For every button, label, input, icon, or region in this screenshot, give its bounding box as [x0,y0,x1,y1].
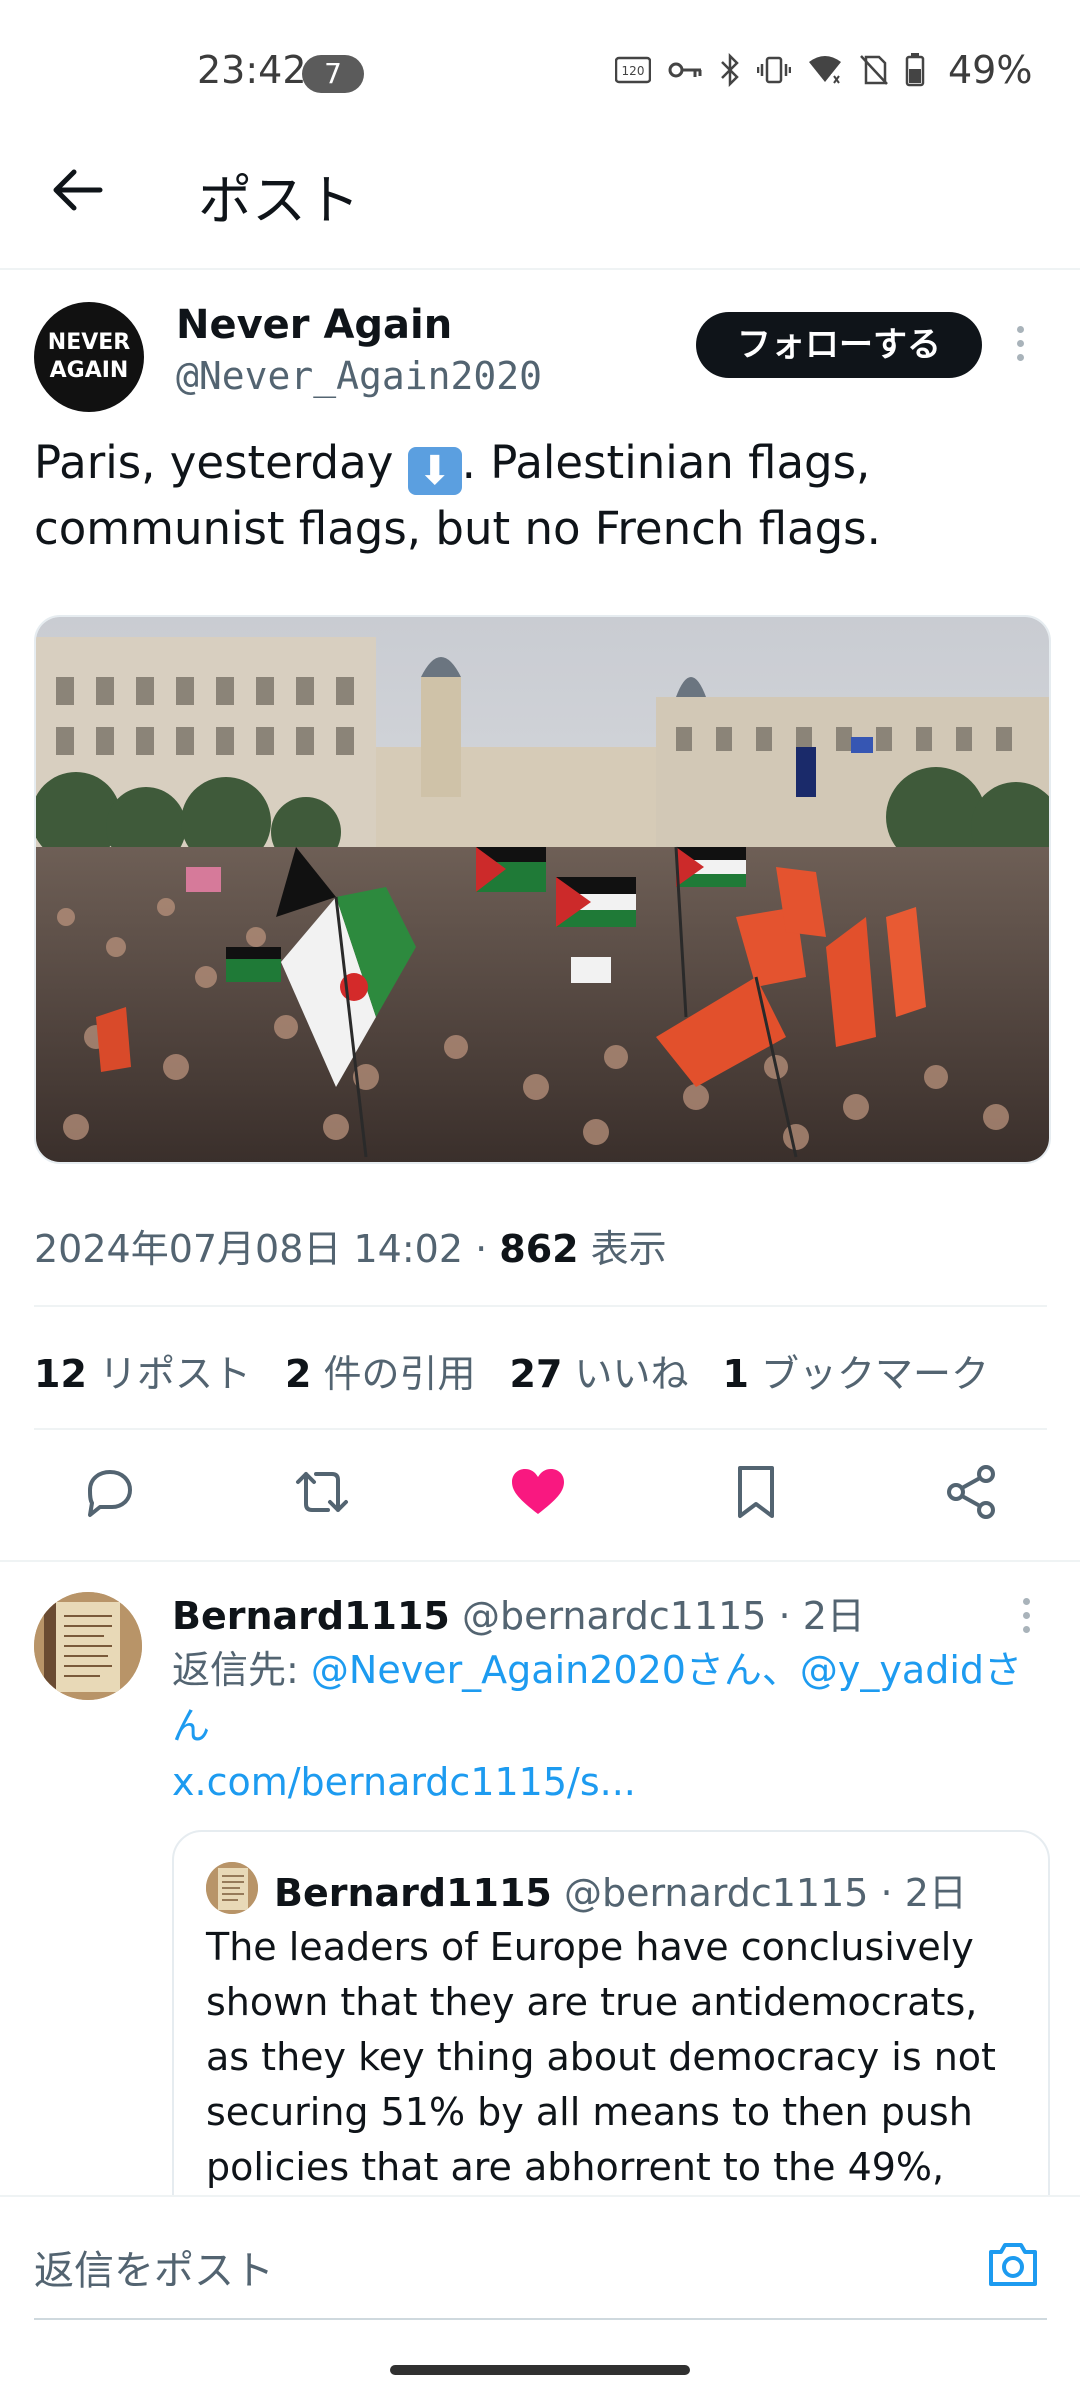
reply-to-prefix: 返信先: [172,1648,311,1692]
post-timestamp: 2024年07月08日 14:02 · 862 表示 [34,1218,667,1273]
quoted-post[interactable]: Bernard1115 @bernardc1115 · 2日 The leade… [172,1830,1050,2234]
reply-to: 返信先: @Never_Again2020さん、@y_yadidさん [172,1642,1032,1754]
reply-link[interactable]: x.com/bernardc1115/s... [172,1760,636,1804]
battery-icon [905,53,925,87]
quotes-stat[interactable]: 2 件の引用 [285,1343,476,1398]
post-actions [0,1460,1080,1540]
repost-icon[interactable] [290,1460,354,1524]
quoted-header: Bernard1115 @bernardc1115 · 2日 [274,1862,967,1917]
no-sim-icon [860,55,888,85]
notification-count-badge: 7 [302,55,364,93]
post-image[interactable] [34,615,1051,1164]
quoted-author-name: Bernard1115 [274,1871,552,1915]
svg-text:120: 120 [622,64,645,78]
author-avatar[interactable]: NEVER AGAIN [34,302,144,412]
divider [0,1560,1080,1562]
page-title: ポスト [198,169,360,232]
reply-input-placeholder[interactable]: 返信をポスト [34,2238,274,2296]
divider [34,1305,1047,1307]
vpn-key-icon [668,62,702,78]
reply-header: Bernard1115 @bernardc1115 · 2日 [172,1585,865,1640]
like-heart-icon[interactable] [506,1460,570,1524]
views-label: 表示 [578,1227,667,1271]
vibrate-icon [757,56,791,84]
post-text: Paris, yesterday ⬇. Palestinian flags, c… [34,430,1044,562]
follow-button[interactable]: フォローする [696,312,982,378]
reposts-stat[interactable]: 12 リポスト [34,1343,251,1398]
battery-percent: 49% [948,48,1033,92]
likes-stat[interactable]: 27 いいね [510,1343,689,1398]
reply-icon[interactable] [76,1460,140,1524]
post-text-part1: Paris, yesterday [34,436,408,489]
avatar-text-line1: NEVER [47,330,131,355]
protest-crowd-image [36,617,1049,1162]
author-name[interactable]: Never Again [176,302,452,348]
wifi-icon [809,56,841,84]
reply-handle-time: @bernardc1115 · 2日 [449,1594,865,1638]
camera-icon[interactable] [985,2236,1041,2292]
quoted-text: The leaders of Europe have conclusively … [206,1925,996,2232]
gesture-home-bar[interactable] [390,2365,690,2375]
top-bar [0,140,1080,270]
quoted-handle-time: @bernardc1115 · 2日 [551,1871,967,1915]
refresh-rate-icon: 120 [615,56,651,84]
views-count: 862 [499,1227,579,1271]
status-icons: 120 [615,50,925,90]
post-stats: 12 リポスト 2 件の引用 27 いいね 1 ブックマーク [34,1343,989,1398]
more-options-icon[interactable] [1012,326,1028,366]
divider [34,1428,1047,1430]
reply-author-name[interactable]: Bernard1115 [172,1594,450,1638]
down-arrow-emoji: ⬇ [407,447,462,495]
status-time: 23:42 [197,48,307,92]
reply-more-options-icon[interactable] [1018,1598,1034,1638]
reply-author-avatar[interactable] [34,1592,142,1700]
author-handle[interactable]: @Never_Again2020 [176,354,542,398]
avatar-text-line2: AGAIN [49,358,129,383]
post-date: 2024年07月08日 14:02 · [34,1227,500,1271]
bookmarks-stat[interactable]: 1 ブックマーク [723,1343,990,1398]
back-arrow-icon[interactable] [48,160,108,220]
bookmark-icon[interactable] [724,1460,788,1524]
share-icon[interactable] [940,1460,1004,1524]
quoted-author-avatar [206,1862,258,1914]
composer-underline [34,2318,1047,2320]
bluetooth-icon [721,53,739,87]
